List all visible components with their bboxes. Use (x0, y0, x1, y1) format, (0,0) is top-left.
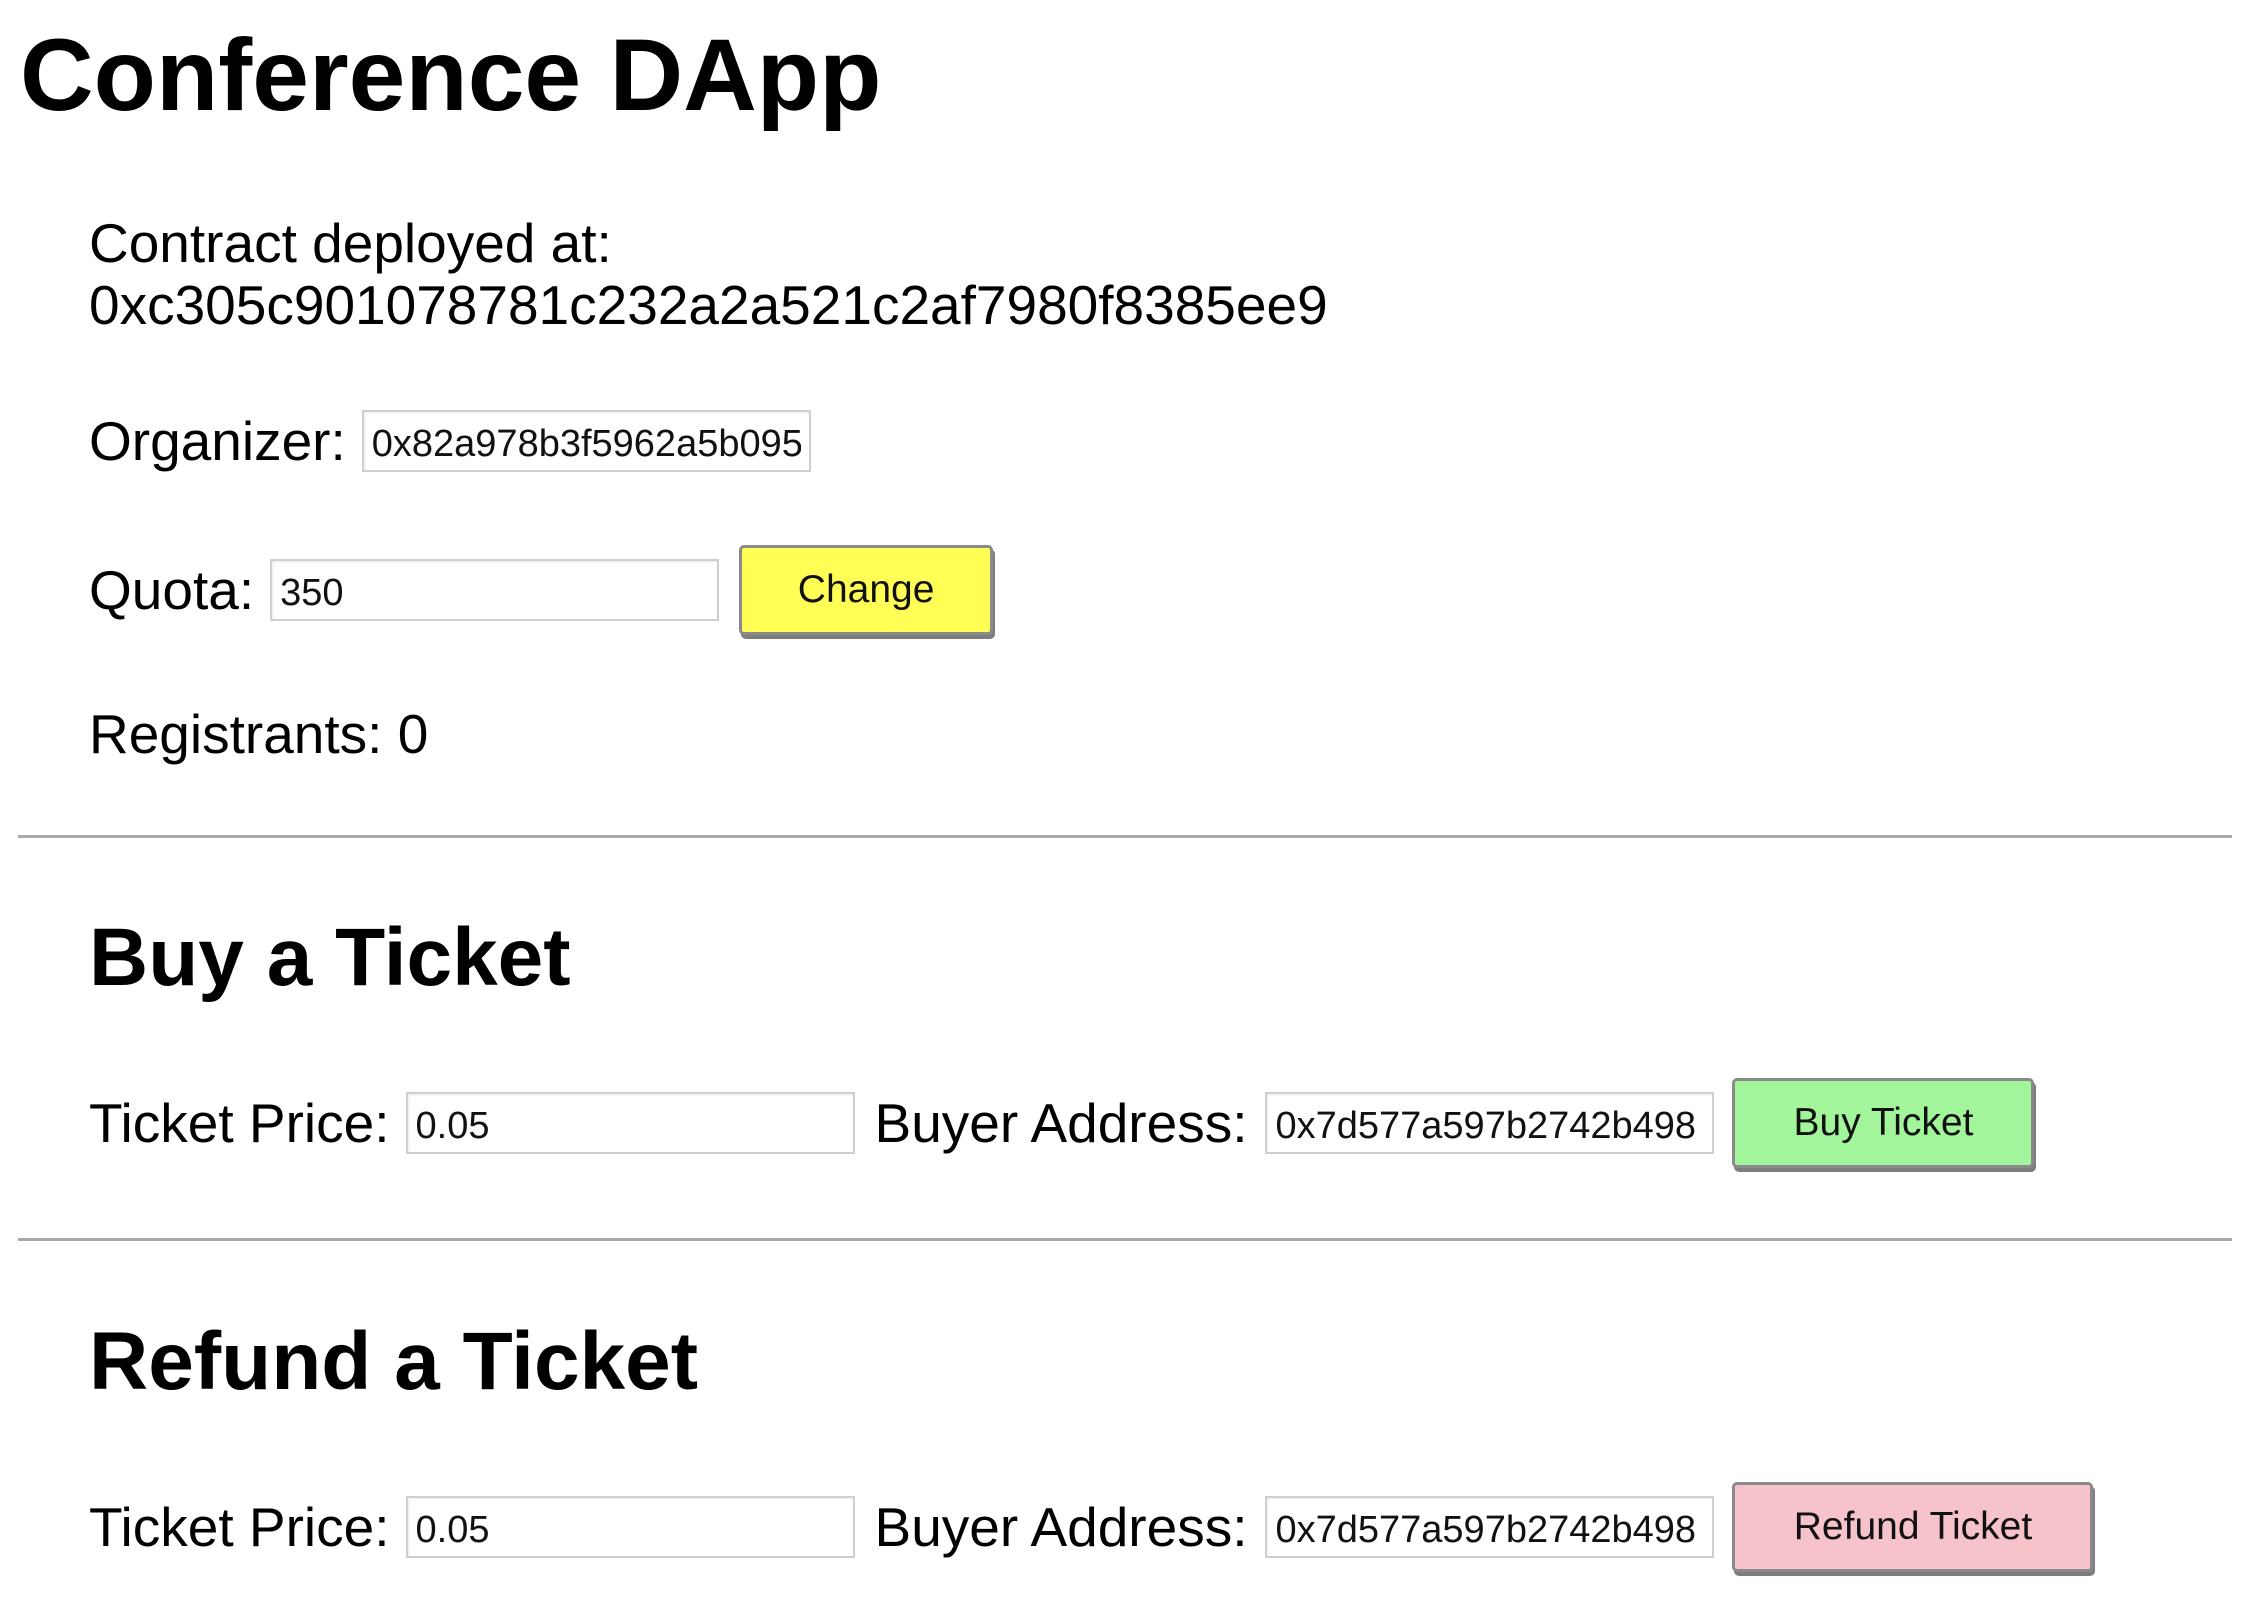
organizer-label: Organizer: (89, 410, 346, 472)
registrants-count: Registrants: 0 (89, 703, 429, 765)
refund-price-label: Ticket Price: (89, 1496, 390, 1558)
refund-address-label: Buyer Address: (874, 1496, 1248, 1558)
quota-input[interactable] (270, 559, 720, 621)
buy-price-label: Ticket Price: (89, 1092, 390, 1154)
refund-price-input[interactable] (405, 1496, 855, 1558)
page-title: Conference DApp (20, 18, 882, 132)
quota-row: Quota: Change (89, 545, 994, 635)
buy-price-input[interactable] (405, 1092, 855, 1154)
organizer-input[interactable] (361, 410, 811, 472)
contract-info: Contract deployed at: 0xc305c901078781c2… (89, 212, 1328, 336)
buy-address-label: Buyer Address: (874, 1092, 1248, 1154)
contract-label: Contract deployed at: (89, 212, 612, 274)
refund-ticket-row: Ticket Price: Buyer Address: Refund Tick… (89, 1482, 2094, 1572)
organizer-row: Organizer: (89, 410, 811, 472)
divider-top (18, 835, 2232, 838)
change-quota-button[interactable]: Change (739, 545, 994, 635)
refund-ticket-heading: Refund a Ticket (89, 1316, 699, 1407)
conference-dapp-page: Conference DApp Contract deployed at: 0x… (0, 0, 2242, 1620)
buy-ticket-button[interactable]: Buy Ticket (1732, 1078, 2035, 1168)
buy-ticket-heading: Buy a Ticket (89, 912, 571, 1003)
buy-address-input[interactable] (1265, 1092, 1715, 1154)
buy-ticket-row: Ticket Price: Buyer Address: Buy Ticket (89, 1078, 2035, 1168)
contract-address: 0xc305c901078781c232a2a521c2af7980f8385e… (89, 274, 1328, 336)
quota-label: Quota: (89, 559, 255, 621)
refund-ticket-button[interactable]: Refund Ticket (1732, 1482, 2094, 1572)
divider-bottom (18, 1238, 2232, 1241)
refund-address-input[interactable] (1265, 1496, 1715, 1558)
